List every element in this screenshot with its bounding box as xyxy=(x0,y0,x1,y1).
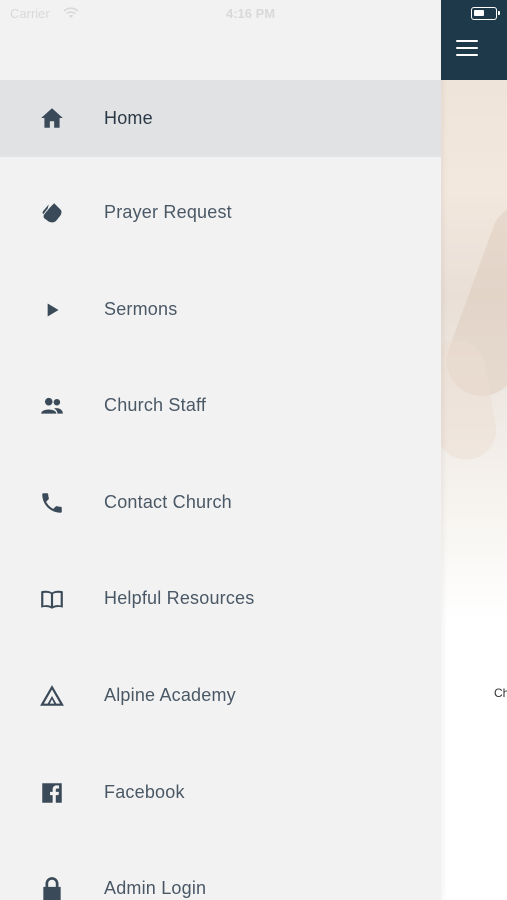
menu-item-label: Home xyxy=(104,108,153,128)
menu-item-facebook[interactable]: Facebook xyxy=(0,737,441,834)
menu-item-label: Sermons xyxy=(104,298,178,319)
menu-item-home[interactable]: Home xyxy=(0,80,441,157)
book-icon xyxy=(38,585,66,613)
play-icon xyxy=(38,296,66,324)
app-screen: Ch Carrier 4:16 PM Home Prayer Request S… xyxy=(0,0,507,900)
main-content[interactable]: Ch xyxy=(441,0,507,900)
facebook-icon xyxy=(38,779,66,807)
drawer-menu-list: Home Prayer Request Sermons Church Staff xyxy=(0,80,441,900)
menu-item-label: Alpine Academy xyxy=(104,684,236,705)
menu-item-helpful-resources[interactable]: Helpful Resources xyxy=(0,543,441,640)
menu-item-church-staff[interactable]: Church Staff xyxy=(0,350,441,447)
praying-hands-icon xyxy=(38,199,66,227)
menu-item-prayer-request[interactable]: Prayer Request xyxy=(0,157,441,254)
main-header xyxy=(441,0,507,80)
people-icon xyxy=(38,392,66,420)
menu-item-sermons[interactable]: Sermons xyxy=(0,254,441,351)
wifi-icon xyxy=(63,7,79,18)
menu-item-label: Facebook xyxy=(104,781,185,802)
lock-icon xyxy=(38,875,66,900)
menu-item-label: Helpful Resources xyxy=(104,588,255,609)
menu-item-admin-login[interactable]: Admin Login xyxy=(0,833,441,900)
navigation-drawer: Carrier 4:16 PM Home Prayer Request Serm… xyxy=(0,0,441,900)
phone-icon xyxy=(38,489,66,517)
mountain-logo-icon xyxy=(38,682,66,710)
battery-icon xyxy=(471,7,500,20)
hamburger-menu-icon[interactable] xyxy=(456,40,478,57)
menu-item-label: Contact Church xyxy=(104,491,232,512)
menu-item-label: Admin Login xyxy=(104,878,207,899)
main-peek-text: Ch xyxy=(494,686,507,700)
hero-image xyxy=(441,80,507,620)
carrier-label: Carrier xyxy=(10,6,50,21)
menu-item-alpine-academy[interactable]: Alpine Academy xyxy=(0,640,441,737)
status-bar: Carrier 4:16 PM xyxy=(0,0,441,30)
menu-item-label: Church Staff xyxy=(104,395,207,416)
home-icon xyxy=(38,104,66,132)
menu-item-label: Prayer Request xyxy=(104,202,232,222)
menu-item-contact-church[interactable]: Contact Church xyxy=(0,447,441,544)
clock-label: 4:16 PM xyxy=(226,6,276,21)
